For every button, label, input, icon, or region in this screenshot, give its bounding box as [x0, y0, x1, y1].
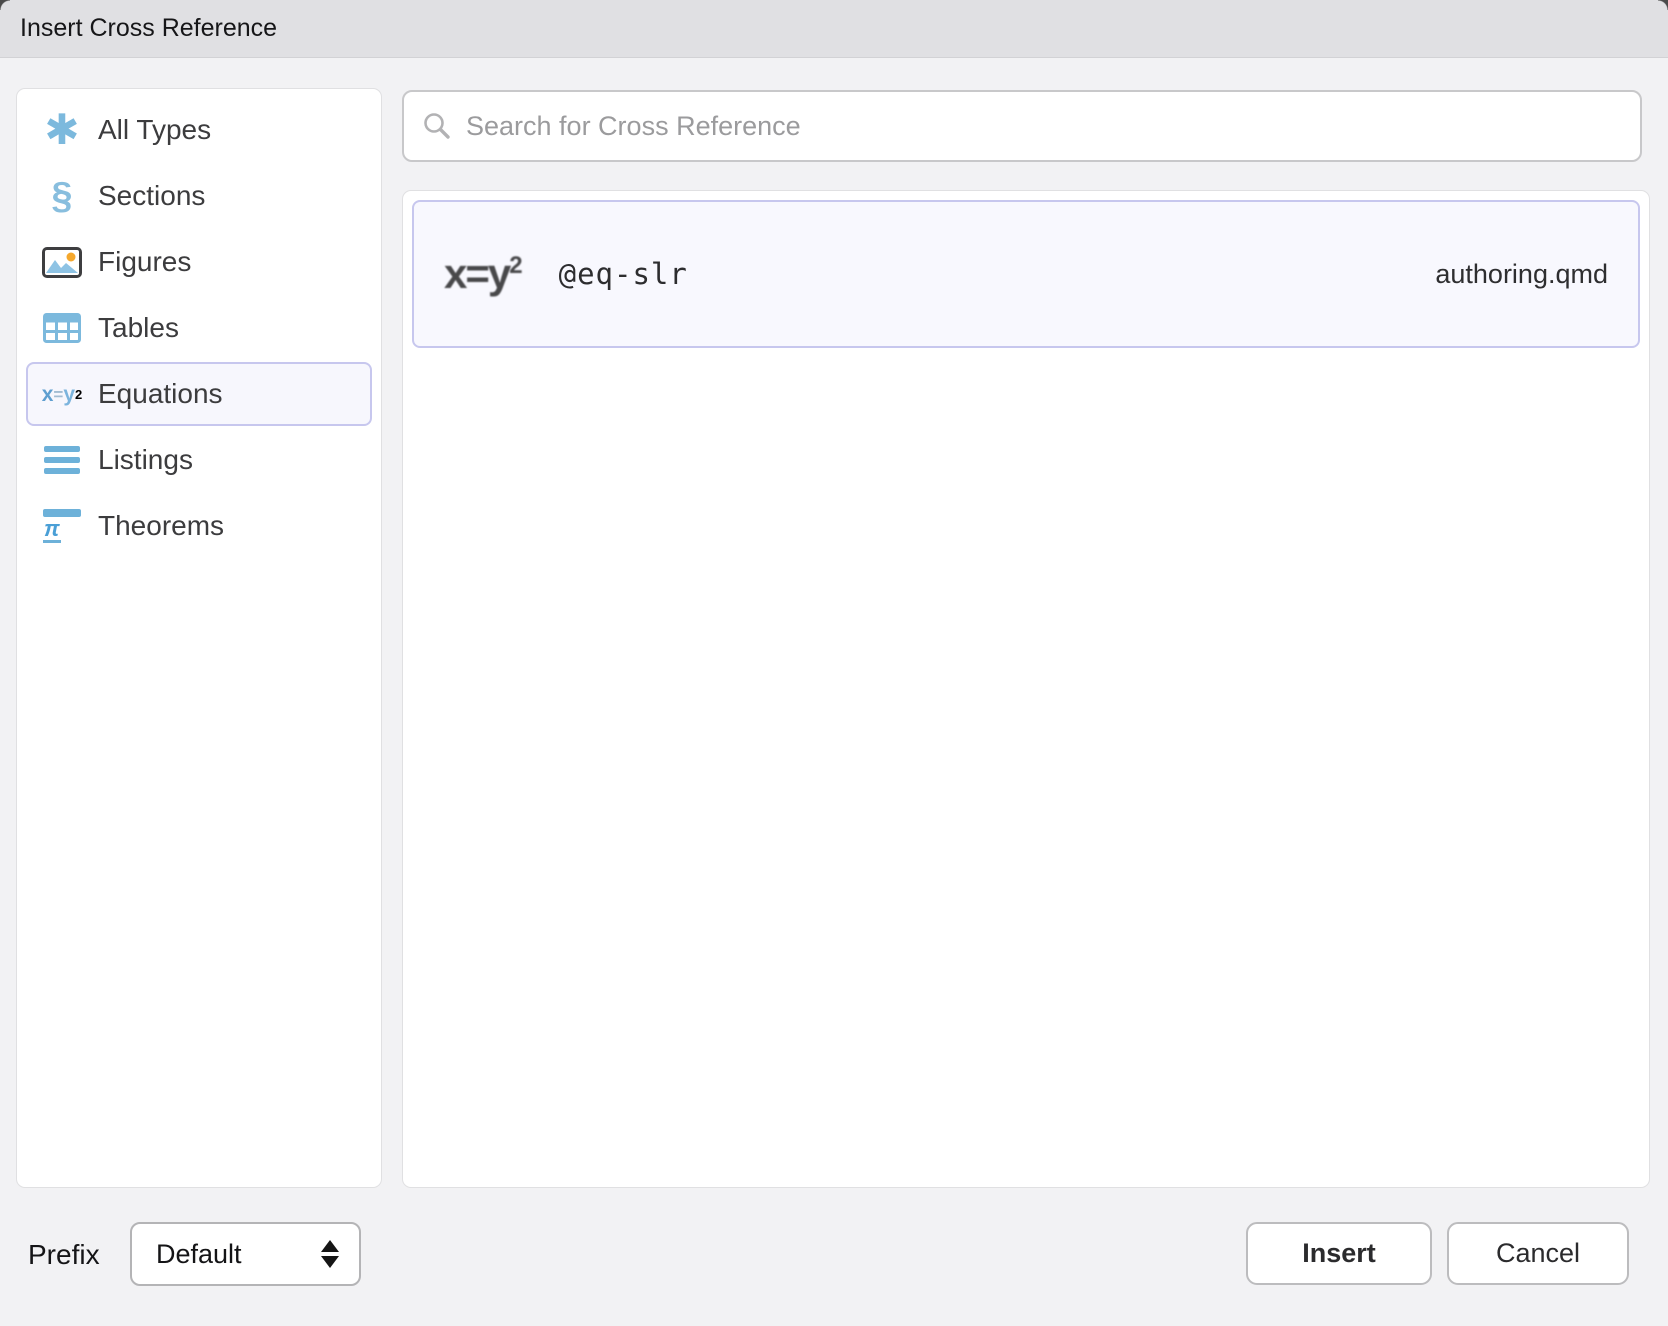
window-corner-top-right	[1658, 0, 1668, 10]
table-icon	[38, 313, 86, 343]
dialog-titlebar: Insert Cross Reference	[0, 0, 1668, 58]
theorem-icon: π	[38, 509, 86, 543]
equation-icon-y: y	[63, 384, 75, 405]
asterisk-icon: ✱	[38, 109, 86, 151]
results-panel: x=y2 @eq-slr authoring.qmd	[402, 190, 1650, 1188]
prefix-dropdown[interactable]: Default	[130, 1222, 361, 1286]
search-input[interactable]	[466, 111, 1622, 142]
sidebar-item-equations[interactable]: x=y2 Equations	[26, 362, 372, 426]
sidebar-item-figures[interactable]: Figures	[26, 230, 372, 294]
figure-icon	[38, 247, 86, 278]
section-icon: §	[38, 177, 86, 215]
equation-icon-sup: 2	[75, 388, 82, 401]
search-box	[402, 90, 1642, 162]
result-row-eq-slr[interactable]: x=y2 @eq-slr authoring.qmd	[412, 200, 1640, 348]
equation-icon-equals: =	[53, 386, 63, 403]
result-ref-id: @eq-slr	[559, 257, 688, 291]
sidebar-item-tables[interactable]: Tables	[26, 296, 372, 360]
search-icon	[422, 111, 452, 141]
prefix-label: Prefix	[28, 1239, 100, 1271]
equation-icon-base: x=y	[444, 250, 509, 297]
dropdown-arrows-icon	[321, 1240, 339, 1268]
sidebar-item-label: Listings	[98, 444, 193, 476]
sidebar-item-label: All Types	[98, 114, 211, 146]
dialog-title: Insert Cross Reference	[20, 14, 277, 43]
sidebar-item-listings[interactable]: Listings	[26, 428, 372, 492]
sidebar-item-label: Equations	[98, 378, 223, 410]
listing-icon	[38, 446, 86, 474]
insert-button[interactable]: Insert	[1246, 1222, 1432, 1285]
equation-icon: x=y2	[444, 250, 523, 298]
prefix-selected-value: Default	[156, 1239, 321, 1270]
sidebar-item-label: Figures	[98, 246, 191, 278]
equation-icon: x=y2	[38, 384, 86, 405]
sidebar-item-sections[interactable]: § Sections	[26, 164, 372, 228]
window-corner-top-left	[0, 0, 10, 10]
sidebar-item-label: Sections	[98, 180, 205, 212]
cancel-button[interactable]: Cancel	[1447, 1222, 1629, 1285]
sidebar-item-all-types[interactable]: ✱ All Types	[26, 98, 372, 162]
sidebar-item-theorems[interactable]: π Theorems	[26, 494, 372, 558]
result-file-name: authoring.qmd	[1435, 259, 1608, 290]
equation-icon-x: x	[42, 384, 54, 405]
type-filter-panel: ✱ All Types § Sections Figures Tables	[16, 88, 382, 1188]
equation-icon-sup: 2	[509, 252, 522, 279]
sidebar-item-label: Theorems	[98, 510, 224, 542]
sidebar-item-label: Tables	[98, 312, 179, 344]
